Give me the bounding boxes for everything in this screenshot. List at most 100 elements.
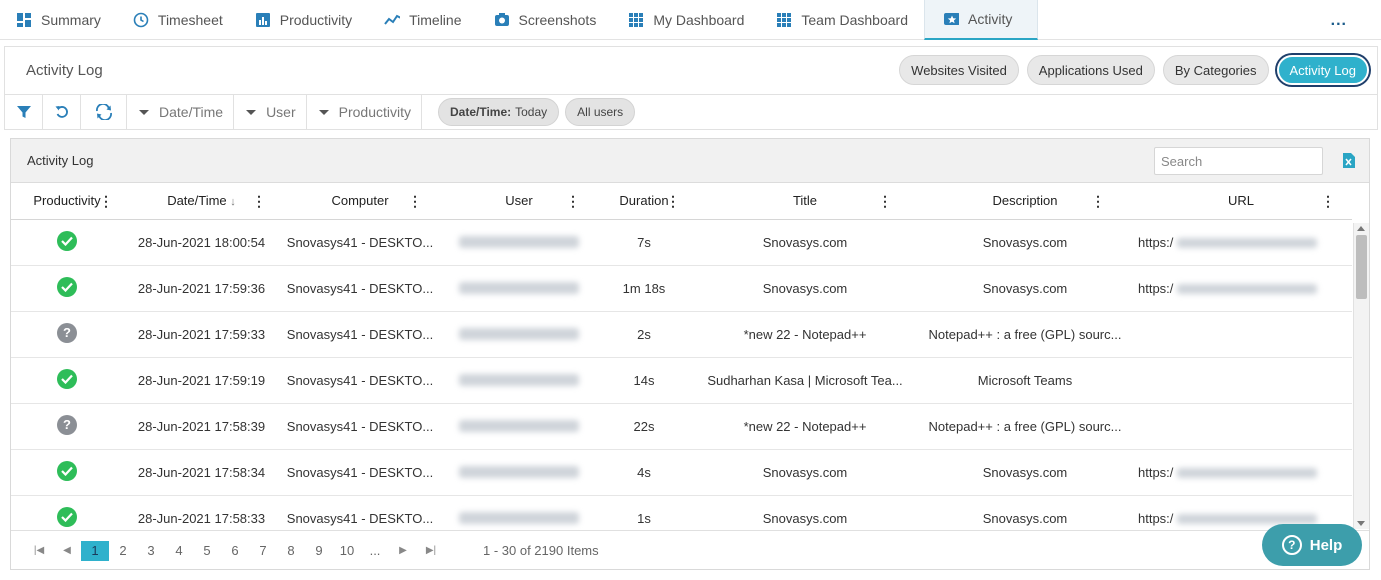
table-row[interactable]: 28-Jun-2021 17:59:19 Snovasys41 - DESKTO.… (11, 357, 1352, 404)
page-number-7[interactable]: 7 (249, 541, 277, 561)
next-page-icon[interactable]: ▶ (389, 545, 417, 556)
more-options-icon[interactable]: ... (1331, 12, 1347, 30)
activity-log-button[interactable]: Activity Log (1276, 55, 1369, 85)
cell-datetime: 28-Jun-2021 18:00:54 (123, 219, 280, 266)
column-header-productivity[interactable]: Productivity ⋮ (11, 183, 123, 220)
cell-url (1130, 311, 1352, 358)
table-row[interactable]: ? 28-Jun-2021 17:58:39 Snovasys41 - DESKTO… (11, 403, 1352, 450)
users-filter-chip[interactable]: All users (565, 98, 636, 126)
url-text[interactable]: https:/ (1138, 465, 1173, 480)
productivity-filter-dropdown[interactable]: Productivity (307, 95, 422, 129)
tab-timesheet[interactable]: Timesheet (117, 0, 239, 40)
blurred-user-name (459, 236, 579, 248)
tab-summary[interactable]: Summary (0, 0, 117, 40)
user-filter-dropdown[interactable]: User (234, 95, 307, 129)
active-filter-chips: Date/Time: Today All users (437, 95, 636, 129)
by-categories-button[interactable]: By Categories (1162, 55, 1269, 85)
column-header-duration[interactable]: Duration ⋮ (598, 183, 690, 220)
tab-label: Timeline (409, 12, 462, 28)
cell-description: Notepad++ : a free (GPL) sourc... (920, 311, 1130, 358)
summary-icon (16, 12, 32, 28)
last-page-icon[interactable]: ▶| (417, 545, 445, 556)
table-row[interactable]: ? 28-Jun-2021 17:59:33 Snovasys41 - DESKTO… (11, 311, 1352, 358)
cell-description: Microsoft Teams (920, 357, 1130, 404)
date-filter-chip[interactable]: Date/Time: Today (437, 98, 560, 126)
column-menu-icon[interactable]: ⋮ (408, 193, 422, 210)
excel-export-icon[interactable] (1343, 153, 1355, 171)
column-menu-icon[interactable]: ⋮ (252, 193, 266, 210)
applications-used-button[interactable]: Applications Used (1026, 55, 1155, 85)
page-number-2[interactable]: 2 (109, 541, 137, 561)
page-number-8[interactable]: 8 (277, 541, 305, 561)
page-number-more[interactable]: ... (361, 541, 389, 561)
column-header-title[interactable]: Title ⋮ (690, 183, 920, 220)
websites-visited-button[interactable]: Websites Visited (899, 55, 1019, 85)
dropdown-label: Date/Time (159, 104, 224, 120)
camera-icon (494, 12, 510, 28)
refresh-icon[interactable] (81, 95, 127, 129)
cell-description: Notepad++ : a free (GPL) sourc... (920, 403, 1130, 450)
grid-header: Activity Log (11, 139, 1369, 183)
tab-productivity[interactable]: Productivity (239, 0, 368, 40)
url-text[interactable]: https:/ (1138, 511, 1173, 526)
column-menu-icon[interactable]: ⋮ (878, 193, 892, 210)
cell-duration: 4s (598, 449, 690, 496)
blurred-user-name (459, 420, 579, 432)
column-menu-icon[interactable]: ⋮ (99, 193, 113, 210)
column-header-description[interactable]: Description ⋮ (920, 183, 1130, 220)
tab-team-dashboard[interactable]: Team Dashboard (760, 0, 924, 40)
tab-label: Team Dashboard (801, 12, 908, 28)
scroll-thumb[interactable] (1356, 235, 1367, 299)
tab-label: Summary (41, 12, 101, 28)
column-header-computer[interactable]: Computer ⋮ (280, 183, 440, 220)
datetime-filter-dropdown[interactable]: Date/Time (127, 95, 235, 129)
dropdown-label: Productivity (338, 104, 411, 120)
tab-label: Productivity (279, 12, 353, 28)
table-row[interactable]: 28-Jun-2021 18:00:54 Snovasys41 - DESKTO.… (11, 219, 1352, 266)
column-header-datetime[interactable]: Date/Time ↓ ⋮ (123, 183, 280, 220)
page-number-1[interactable]: 1 (81, 540, 109, 561)
dropdown-label: User (266, 104, 296, 120)
tab-my-dashboard[interactable]: My Dashboard (612, 0, 760, 40)
filter-icon[interactable] (5, 95, 43, 129)
column-header-url[interactable]: URL ⋮ (1130, 183, 1352, 220)
page-number-9[interactable]: 9 (305, 541, 333, 561)
check-circle-icon (57, 230, 77, 251)
undo-icon[interactable] (43, 95, 81, 129)
vertical-scrollbar[interactable] (1353, 223, 1369, 529)
table-row[interactable]: 28-Jun-2021 17:58:34 Snovasys41 - DESKTO.… (11, 449, 1352, 496)
tab-screenshots[interactable]: Screenshots (478, 0, 613, 40)
column-menu-icon[interactable]: ⋮ (1091, 193, 1105, 210)
scroll-up-icon[interactable] (1357, 226, 1365, 231)
cell-computer: Snovasys41 - DESKTO... (280, 311, 440, 358)
prev-page-icon[interactable]: ◀ (53, 545, 81, 556)
pager-info: 1 - 30 of 2190 Items (483, 543, 599, 558)
column-menu-icon[interactable]: ⋮ (566, 193, 580, 210)
cell-datetime: 28-Jun-2021 17:58:39 (123, 403, 280, 450)
column-menu-icon[interactable]: ⋮ (666, 193, 680, 210)
table-body: 28-Jun-2021 18:00:54 Snovasys41 - DESKTO.… (11, 219, 1352, 542)
cell-url (1130, 403, 1352, 450)
star-card-icon (943, 11, 959, 27)
page-number-10[interactable]: 10 (333, 541, 361, 561)
page-number-3[interactable]: 3 (137, 541, 165, 561)
search-input[interactable] (1154, 147, 1323, 175)
scroll-down-icon[interactable] (1357, 521, 1365, 526)
column-header-user[interactable]: User ⋮ (440, 183, 598, 220)
page-number-5[interactable]: 5 (193, 541, 221, 561)
column-menu-icon[interactable]: ⋮ (1321, 193, 1335, 210)
first-page-icon[interactable]: |◀ (25, 545, 53, 556)
page-number-6[interactable]: 6 (221, 541, 249, 561)
cell-productivity (11, 265, 123, 312)
activity-grid: Activity Log Productivity⋮ Date/Time ↓⋮ … (10, 138, 1370, 570)
tab-timeline[interactable]: Timeline (368, 0, 477, 40)
cell-computer: Snovasys41 - DESKTO... (280, 219, 440, 266)
page-number-4[interactable]: 4 (165, 541, 193, 561)
tab-activity[interactable]: Activity (924, 0, 1039, 40)
table-row[interactable]: 28-Jun-2021 17:59:36 Snovasys41 - DESKTO.… (11, 265, 1352, 312)
url-text[interactable]: https:/ (1138, 281, 1173, 296)
cell-user (440, 219, 598, 266)
url-text[interactable]: https:/ (1138, 235, 1173, 250)
top-nav: Summary Timesheet Productivity Timeline … (0, 0, 1381, 40)
help-button[interactable]: ? Help (1262, 524, 1362, 566)
